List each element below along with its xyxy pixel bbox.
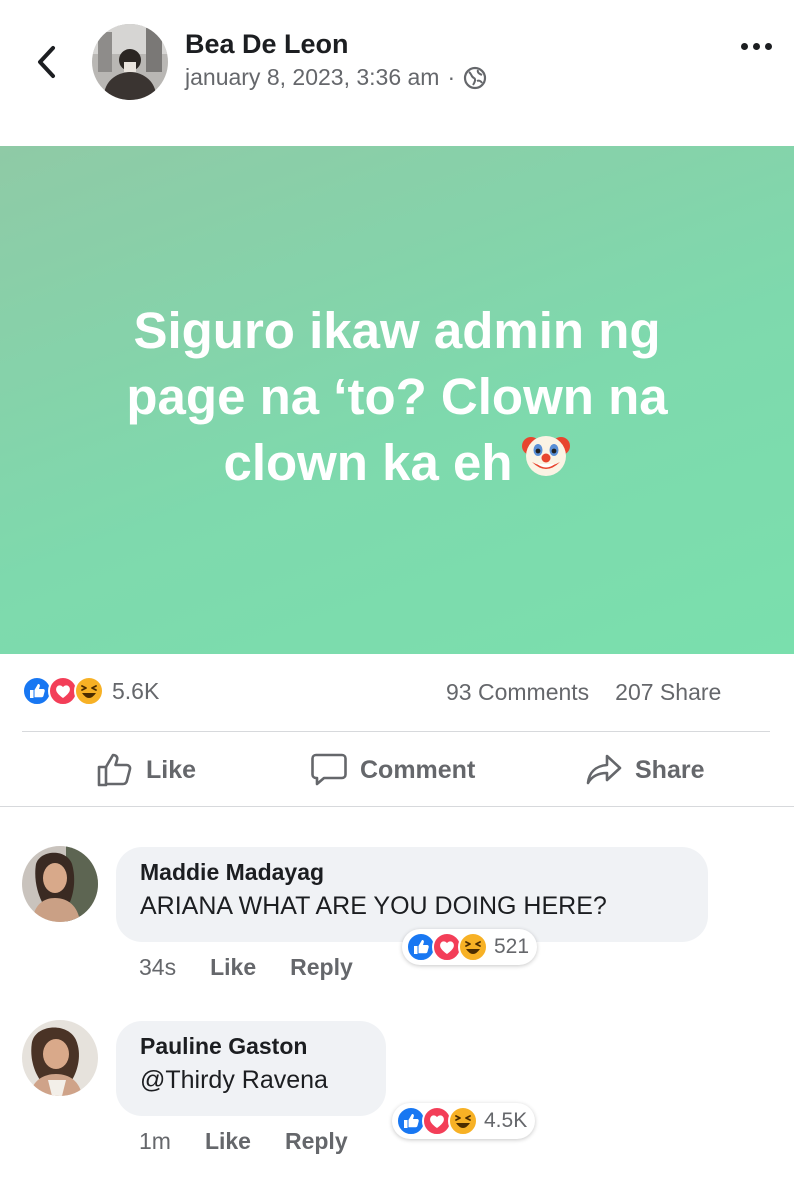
share-label: Share — [635, 755, 705, 784]
commenter-avatar[interactable] — [22, 1020, 98, 1096]
like-button[interactable]: Like — [96, 748, 196, 792]
haha-reaction-icon — [458, 932, 488, 962]
comment-time: 34s — [139, 954, 177, 980]
comment-meta: 1m Like Reply — [139, 1128, 348, 1155]
post-text: Siguro ikaw admin ng page na ‘to? Clown … — [126, 302, 668, 491]
comment-reply-button[interactable]: Reply — [285, 1128, 348, 1155]
comments-count[interactable]: 93 Comments — [446, 679, 589, 706]
comment-label: Comment — [360, 755, 476, 784]
more-dot-icon — [752, 42, 760, 50]
reaction-summary[interactable]: 5.6K — [22, 676, 159, 706]
globe-icon — [464, 66, 487, 89]
post-background: Siguro ikaw admin ng page na ‘to? Clown … — [0, 146, 794, 654]
comment-like-button[interactable]: Like — [205, 1128, 251, 1155]
more-options-button[interactable] — [728, 26, 784, 66]
comment-bubble: Pauline Gaston @Thirdy Ravena — [116, 1021, 386, 1116]
comment-text: ARIANA WHAT ARE YOU DOING HERE? — [140, 892, 607, 920]
comment-meta: 34s Like Reply — [139, 954, 353, 981]
divider — [22, 731, 770, 732]
author-avatar[interactable] — [92, 24, 168, 100]
back-button[interactable] — [24, 36, 68, 88]
share-arrow-icon — [586, 754, 622, 785]
comment-reaction-count: 4.5K — [484, 1109, 528, 1132]
chevron-left-icon — [38, 46, 55, 78]
comment-reply-button[interactable]: Reply — [290, 954, 353, 981]
haha-reaction-icon — [448, 1106, 478, 1136]
engagement-counts: 93 Comments 207 Share — [446, 679, 721, 706]
reaction-count: 5.6K — [112, 677, 160, 704]
more-dot-icon — [740, 42, 748, 50]
comment-text[interactable]: @Thirdy Ravena — [140, 1066, 362, 1095]
comment-reactions[interactable]: 4.5K — [392, 1103, 536, 1139]
share-button[interactable]: Share — [585, 748, 704, 792]
author-name[interactable]: Bea De Leon — [185, 29, 349, 60]
haha-reaction-icon — [74, 676, 104, 706]
shares-count[interactable]: 207 Share — [615, 679, 721, 706]
more-dot-icon — [764, 42, 772, 50]
meta-separator: · — [447, 64, 456, 90]
commenter-name[interactable]: Maddie Madayag — [140, 859, 684, 886]
post-timestamp[interactable]: january 8, 2023, 3:36 am — [185, 64, 439, 91]
comment-reaction-count: 521 — [494, 935, 530, 958]
comment-like-button[interactable]: Like — [210, 954, 256, 981]
thumbs-up-icon — [97, 753, 132, 787]
comment-button[interactable]: Comment — [310, 748, 475, 792]
speech-bubble-icon — [311, 753, 347, 786]
clown-face-icon — [521, 429, 571, 495]
comment-reactions[interactable]: 521 — [402, 929, 538, 965]
post-meta: january 8, 2023, 3:36 am · — [185, 64, 487, 91]
like-label: Like — [146, 755, 197, 784]
commenter-avatar[interactable] — [22, 846, 98, 922]
divider — [0, 806, 794, 807]
comment-time: 1m — [139, 1128, 171, 1154]
comment-bubble: Maddie Madayag ARIANA WHAT ARE YOU DOING… — [116, 847, 708, 942]
post-content: Siguro ikaw admin ng page na ‘to? Clown … — [77, 298, 717, 496]
commenter-name[interactable]: Pauline Gaston — [140, 1033, 362, 1060]
